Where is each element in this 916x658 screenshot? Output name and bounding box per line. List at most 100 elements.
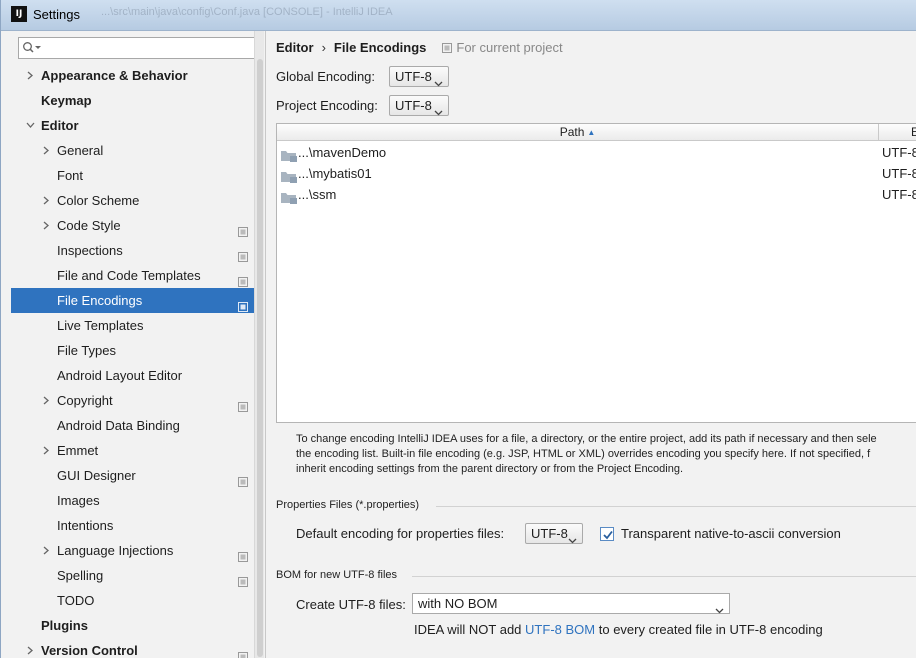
path-encoding-table[interactable]: Path ▲ E ...\mavenDemo UTF-8 ...\mybatis0… bbox=[276, 123, 916, 423]
sidebar-item-label: File and Code Templates bbox=[57, 268, 201, 283]
properties-encoding-select[interactable]: UTF-8 bbox=[525, 523, 583, 544]
project-scope-icon bbox=[442, 41, 453, 53]
sidebar-item-android-data-binding[interactable]: Android Data Binding bbox=[11, 413, 254, 438]
title-bar: IJ Settings ...\src\main\java\config\Con… bbox=[1, 0, 916, 31]
sidebar-item-todo[interactable]: TODO bbox=[11, 588, 254, 613]
chevron-down-icon[interactable] bbox=[24, 113, 36, 138]
sidebar-item-images[interactable]: Images bbox=[11, 488, 254, 513]
file-encodings-panel: Editor › File Encodings For current project… bbox=[265, 31, 916, 658]
chevron-right-icon[interactable] bbox=[40, 188, 52, 213]
project-scope-icon bbox=[238, 545, 248, 562]
settings-search-field[interactable] bbox=[18, 37, 258, 59]
row-path: ...\mavenDemo bbox=[298, 145, 387, 160]
sidebar-item-label: Intentions bbox=[57, 518, 114, 533]
row-encoding[interactable]: UTF-8 bbox=[882, 184, 916, 205]
project-scope-icon bbox=[238, 395, 248, 412]
module-folder-icon bbox=[281, 189, 297, 204]
sidebar-item-keymap[interactable]: Keymap bbox=[11, 88, 254, 113]
sidebar-item-spelling[interactable]: Spelling bbox=[11, 563, 254, 588]
bom-group-title: BOM for new UTF-8 files bbox=[276, 569, 398, 581]
breadcrumb-separator: › bbox=[321, 40, 326, 55]
sidebar-item-label: Live Templates bbox=[57, 318, 144, 333]
sidebar-item-file-encodings[interactable]: File Encodings bbox=[11, 288, 254, 313]
chevron-down-icon bbox=[568, 530, 577, 549]
sidebar-item-label: Copyright bbox=[57, 393, 113, 408]
sidebar-scrollbar[interactable] bbox=[254, 31, 264, 658]
chevron-down-icon bbox=[434, 73, 443, 92]
window-title: Settings bbox=[33, 7, 80, 22]
bom-note-prefix: IDEA will NOT add bbox=[414, 622, 522, 637]
chevron-right-icon[interactable] bbox=[40, 538, 52, 563]
sidebar-item-android-layout-editor[interactable]: Android Layout Editor bbox=[11, 363, 254, 388]
global-encoding-value: UTF-8 bbox=[395, 69, 432, 84]
scope-hint: For current project bbox=[442, 40, 563, 55]
properties-encoding-label: Default encoding for properties files: bbox=[296, 526, 505, 541]
sidebar-item-intentions[interactable]: Intentions bbox=[11, 513, 254, 538]
table-row[interactable]: ...\mybatis01 UTF-8 bbox=[277, 163, 916, 184]
sidebar-item-color-scheme[interactable]: Color Scheme bbox=[11, 188, 254, 213]
group-divider bbox=[436, 506, 916, 507]
table-row[interactable]: ...\mavenDemo UTF-8 bbox=[277, 142, 916, 163]
chevron-right-icon[interactable] bbox=[40, 438, 52, 463]
sidebar-item-appearance-behavior[interactable]: Appearance & Behavior bbox=[11, 63, 254, 88]
sidebar-item-gui-designer[interactable]: GUI Designer bbox=[11, 463, 254, 488]
sidebar-item-label: Android Layout Editor bbox=[57, 368, 183, 383]
sidebar-scrollbar-thumb[interactable] bbox=[257, 59, 263, 657]
sidebar-item-code-style[interactable]: Code Style bbox=[11, 213, 254, 238]
sidebar-item-label: Appearance & Behavior bbox=[41, 68, 188, 83]
sidebar-item-label: Spelling bbox=[57, 568, 104, 583]
search-icon[interactable] bbox=[22, 41, 44, 55]
sidebar-item-font[interactable]: Font bbox=[11, 163, 254, 188]
group-divider bbox=[412, 576, 916, 577]
breadcrumb: Editor › File Encodings For current project bbox=[276, 40, 563, 56]
row-encoding[interactable]: UTF-8 bbox=[882, 142, 916, 163]
sidebar-item-label: Language Injections bbox=[57, 543, 174, 558]
properties-group-title: Properties Files (*.properties) bbox=[276, 499, 420, 511]
row-encoding[interactable]: UTF-8 bbox=[882, 163, 916, 184]
global-encoding-select[interactable]: UTF-8 bbox=[389, 66, 449, 87]
sidebar-item-version-control[interactable]: Version Control bbox=[11, 638, 254, 658]
bom-note: IDEA will NOT add UTF-8 BOM to every cre… bbox=[414, 622, 823, 637]
create-utf8-bom-select[interactable]: with NO BOM bbox=[412, 593, 730, 614]
column-header-path-label: Path bbox=[559, 125, 585, 139]
sidebar-item-label: Code Style bbox=[57, 218, 121, 233]
settings-sidebar: Appearance & Behavior Keymap Editor General… bbox=[11, 31, 264, 658]
sidebar-item-file-and-code-templates[interactable]: File and Code Templates bbox=[11, 263, 254, 288]
native-to-ascii-label[interactable]: Transparent native-to-ascii conversion bbox=[621, 526, 841, 541]
chevron-right-icon[interactable] bbox=[40, 213, 52, 238]
chevron-right-icon[interactable] bbox=[40, 388, 52, 413]
project-encoding-select[interactable]: UTF-8 bbox=[389, 95, 449, 116]
project-encoding-label: Project Encoding: bbox=[276, 98, 378, 113]
native-to-ascii-checkbox[interactable] bbox=[600, 527, 614, 541]
sidebar-item-inspections[interactable]: Inspections bbox=[11, 238, 254, 263]
sidebar-item-plugins[interactable]: Plugins bbox=[11, 613, 254, 638]
sidebar-item-language-injections[interactable]: Language Injections bbox=[11, 538, 254, 563]
settings-tree: Appearance & Behavior Keymap Editor General… bbox=[11, 63, 254, 658]
chevron-right-icon[interactable] bbox=[24, 638, 36, 658]
sidebar-item-label: Plugins bbox=[41, 618, 88, 633]
utf8-bom-link[interactable]: UTF-8 BOM bbox=[525, 622, 595, 637]
search-input[interactable] bbox=[43, 39, 253, 57]
sidebar-item-label: Editor bbox=[41, 118, 79, 133]
row-path: ...\ssm bbox=[298, 187, 337, 202]
scope-hint-label: For current project bbox=[456, 40, 563, 55]
sidebar-item-general[interactable]: General bbox=[11, 138, 254, 163]
sidebar-item-editor[interactable]: Editor bbox=[11, 113, 254, 138]
sidebar-item-file-types[interactable]: File Types bbox=[11, 338, 254, 363]
chevron-right-icon[interactable] bbox=[40, 138, 52, 163]
row-path: ...\mybatis01 bbox=[298, 166, 372, 181]
column-header-encoding[interactable]: E bbox=[911, 124, 916, 140]
sidebar-item-copyright[interactable]: Copyright bbox=[11, 388, 254, 413]
sidebar-item-label: Version Control bbox=[41, 643, 138, 658]
table-row[interactable]: ...\ssm UTF-8 bbox=[277, 184, 916, 205]
chevron-right-icon[interactable] bbox=[24, 63, 36, 88]
sidebar-item-live-templates[interactable]: Live Templates bbox=[11, 313, 254, 338]
project-encoding-value: UTF-8 bbox=[395, 98, 432, 113]
project-scope-icon bbox=[238, 220, 248, 237]
column-header-path[interactable]: Path ▲ bbox=[277, 124, 879, 140]
sidebar-item-emmet[interactable]: Emmet bbox=[11, 438, 254, 463]
project-scope-icon bbox=[238, 295, 248, 312]
encoding-help-text: To change encoding IntelliJ IDEA uses fo… bbox=[296, 432, 916, 477]
module-folder-icon bbox=[281, 168, 297, 183]
chevron-down-icon bbox=[434, 102, 443, 121]
